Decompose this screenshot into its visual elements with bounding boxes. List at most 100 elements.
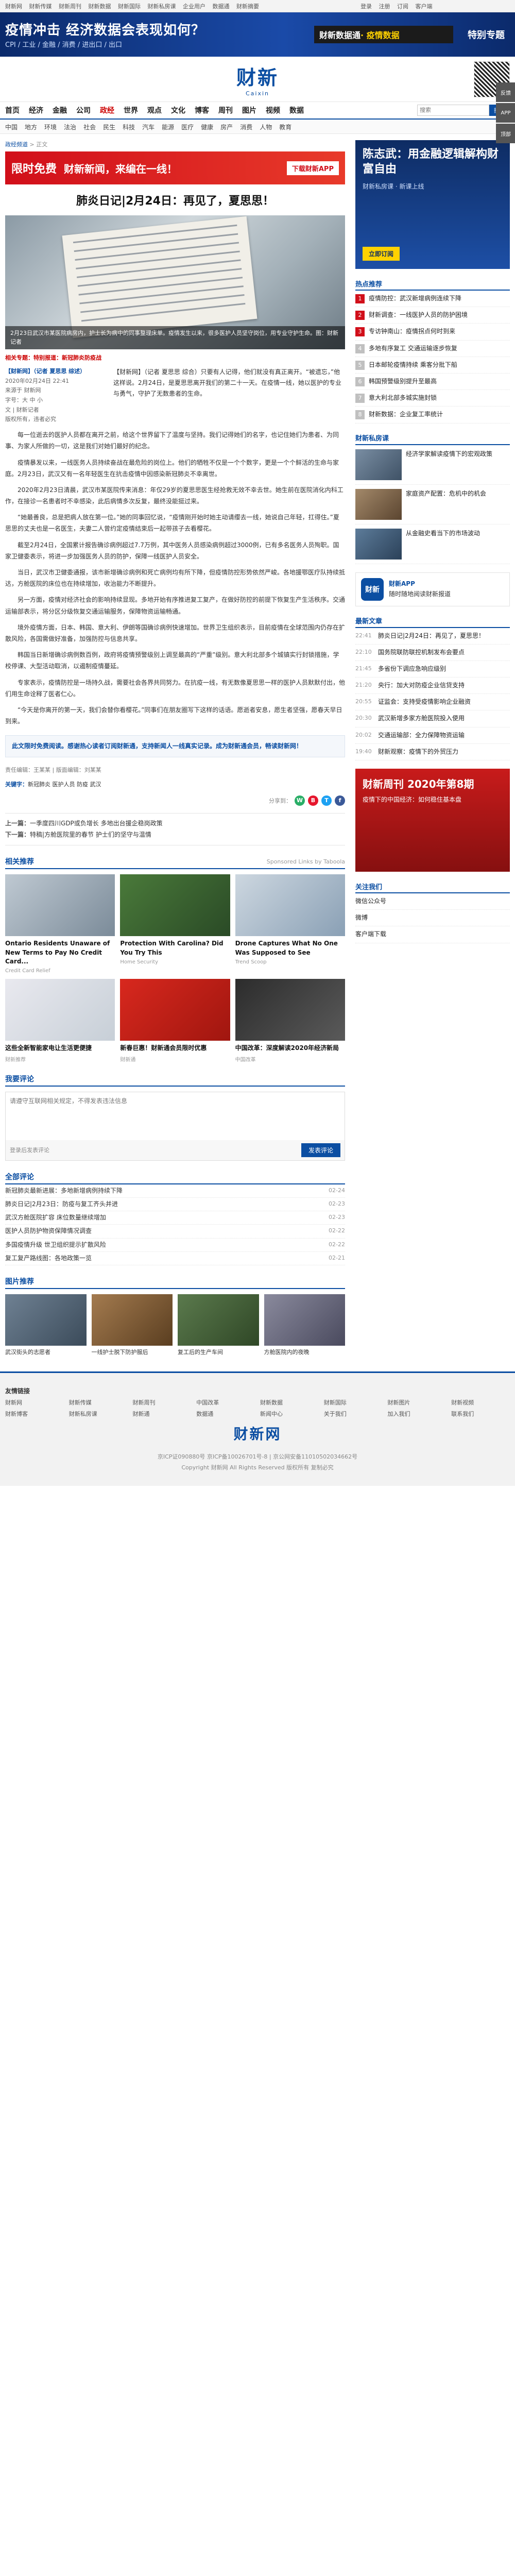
app-promo[interactable]: 财新 财新APP 随时随地阅读财新报道 [355,572,510,606]
footer-link[interactable]: 财新传媒 [69,1398,128,1406]
footer-link[interactable]: 财新通 [133,1410,192,1418]
app-float-button[interactable]: APP [496,103,515,123]
follow-wechat[interactable]: 微信公众号 [355,893,510,910]
nav-item[interactable]: 金融 [53,105,67,115]
top-link[interactable]: 财新私房课 [148,3,176,10]
subnav-item[interactable]: 教育 [279,123,291,131]
footer-link[interactable]: 财新视频 [451,1398,510,1406]
subnav-item[interactable]: 人物 [260,123,272,131]
top-link[interactable]: 财新摘要 [236,3,259,10]
recommend-card[interactable]: Drone Captures What No One Was Supposed … [235,874,345,974]
subnav-item[interactable]: 汽车 [142,123,154,131]
subnav-item[interactable]: 能源 [162,123,174,131]
subscription-statement[interactable]: 此文限时免费阅读。感谢热心读者订阅财新通，支持新闻人一线真实记录。成为财新通会员… [5,735,345,757]
footer-link[interactable]: 财新网 [5,1398,64,1406]
nav-item-active[interactable]: 政经 [100,105,114,115]
nav-item[interactable]: 视频 [266,105,280,115]
next-article[interactable]: 下一篇：特稿|方舱医院里的春节 护士们的坚守与温情 [5,829,345,841]
hot-news-item[interactable]: 1 疫情防控：武汉新增病例连续下降 [355,291,510,308]
recommend-card[interactable]: Protection With Carolina? Did You Try Th… [120,874,230,974]
feature-item[interactable]: 从金融史看当下的市场波动 [355,524,510,564]
prev-article[interactable]: 上一篇：一季度四川GDP或负增长 多地出台援企稳岗政策 [5,818,345,829]
banner-data-box[interactable]: 财新数据通 · 疫情数据 [314,26,453,43]
hot-news-item[interactable]: 2 财新调查：一线医护人员的防护困境 [355,307,510,324]
list-item[interactable]: 复工复产路线图：各地政策一览 02-21 [5,1252,345,1265]
latest-item[interactable]: 20:55 证监会：支持受疫情影响企业融资 [355,694,510,711]
list-item[interactable]: 医护人员防护物资保障情况调查 02-22 [5,1225,345,1239]
font-size-control[interactable]: 字号：大 中 小 [5,396,108,405]
list-item[interactable]: 肺炎日记|2月23日：防疫与复工齐头并进 02-23 [5,1198,345,1212]
top-link[interactable]: 数据通 [213,3,230,10]
footer-link[interactable]: 财新周刊 [133,1398,192,1406]
app-link[interactable]: 客户端 [416,3,433,10]
feature-item[interactable]: 经济学家解读疫情下的宏观政策 [355,445,510,485]
latest-item[interactable]: 22:10 国务院联防联控机制发布会要点 [355,645,510,661]
follow-weibo[interactable]: 微博 [355,910,510,927]
top-link[interactable]: 财新传媒 [29,3,52,10]
recommend-card[interactable]: Ontario Residents Unaware of New Terms t… [5,874,115,974]
hot-news-item[interactable]: 7 意大利北部多城实施封锁 [355,390,510,407]
footer-link[interactable]: 财新博客 [5,1410,64,1418]
footer-link[interactable]: 财新数据 [260,1398,319,1406]
latest-item[interactable]: 20:30 武汉新增多家方舱医院投入使用 [355,710,510,727]
footer-link[interactable]: 加入我们 [388,1410,447,1418]
nav-item[interactable]: 周刊 [218,105,233,115]
top-link[interactable]: 企业用户 [183,3,205,10]
top-link[interactable]: 财新国际 [118,3,141,10]
weibo-share-icon[interactable]: B [308,795,318,806]
latest-item[interactable]: 20:02 交通运输部：全力保障物资运输 [355,727,510,744]
subnav-item[interactable]: 社会 [83,123,96,131]
subnav-item[interactable]: 中国 [5,123,18,131]
nav-item[interactable]: 世界 [124,105,138,115]
nav-item[interactable]: 博客 [195,105,209,115]
sidebar-ad-weekly[interactable]: 财新周刊 2020年第8期 疫情下的中国经济：如何稳住基本盘 [355,769,510,872]
nav-item[interactable]: 文化 [171,105,185,115]
nav-item[interactable]: 公司 [76,105,91,115]
hot-news-item[interactable]: 3 专访钟南山：疫情拐点何时到来 [355,324,510,341]
feedback-button[interactable]: 反馈 [496,82,515,102]
sidebar-ad-course[interactable]: 陈志武：用金融逻辑解构财富自由 财新私房课 · 新课上线 立即订阅 [355,140,510,269]
nav-item[interactable]: 图片 [242,105,256,115]
top-link[interactable]: 财新数据 [89,3,111,10]
subscribe-link[interactable]: 订阅 [397,3,408,10]
nav-item[interactable]: 数据 [289,105,304,115]
latest-item[interactable]: 22:41 肺炎日记|2月24日：再见了，夏思思！ [355,628,510,645]
list-item[interactable]: 新冠肺炎最新进展：多地新增病例持续下降 02-24 [5,1184,345,1198]
footer-link[interactable]: 数据通 [196,1410,255,1418]
recommend-card[interactable]: 中国改革：深度解读2020年经济新局 中国改革 [235,979,345,1063]
subnav-item[interactable]: 医疗 [181,123,194,131]
top-banner-ad[interactable]: 疫情冲击 经济数据会表现如何？ CPI / 工业 / 金融 / 消费 / 进出口… [0,12,515,57]
twitter-share-icon[interactable]: T [321,795,332,806]
nav-item[interactable]: 首页 [5,105,20,115]
hot-news-item[interactable]: 5 日本邮轮疫情持续 乘客分批下船 [355,357,510,374]
hot-news-item[interactable]: 4 多地有序复工 交通运输逐步恢复 [355,341,510,357]
site-logo[interactable]: 财新 Caixin [221,62,294,97]
sidebar-ad-button[interactable]: 立即订阅 [363,247,400,261]
latest-item[interactable]: 19:40 财新观察：疫情下的外贸压力 [355,744,510,760]
login-link[interactable]: 登录 [360,3,372,10]
hot-news-item[interactable]: 8 财新数据：企业复工率统计 [355,406,510,423]
back-to-top-button[interactable]: 顶部 [496,124,515,143]
feature-item[interactable]: 家庭资产配置：危机中的机会 [355,485,510,524]
ad-strip-button[interactable]: 下载财新APP [286,161,339,175]
top-link[interactable]: 财新周刊 [59,3,81,10]
latest-item[interactable]: 21:20 央行：加大对防疫企业信贷支持 [355,677,510,694]
follow-app[interactable]: 客户端下载 [355,926,510,943]
footer-link[interactable]: 联系我们 [451,1410,510,1418]
list-item[interactable]: 多国疫情升级 世卫组织提示扩散风险 02-22 [5,1239,345,1252]
comment-submit-button[interactable]: 发表评论 [301,1143,340,1157]
subnav-item[interactable]: 法治 [64,123,76,131]
subnav-item[interactable]: 环境 [44,123,57,131]
picture-card[interactable]: 方舱医院内的夜晚 [264,1294,345,1356]
picture-card[interactable]: 一线护士脱下防护服后 [91,1294,173,1356]
subnav-item[interactable]: 消费 [240,123,252,131]
hot-news-item[interactable]: 6 韩国预警级别提升至最高 [355,374,510,391]
subnav-item[interactable]: 健康 [201,123,213,131]
picture-card[interactable]: 复工后的生产车间 [178,1294,259,1356]
footer-link[interactable]: 财新国际 [324,1398,383,1406]
latest-item[interactable]: 21:45 多省份下调应急响应级别 [355,661,510,678]
recommend-card[interactable]: 这些全新智能家电让生活更便捷 财新推荐 [5,979,115,1063]
nav-item[interactable]: 观点 [147,105,162,115]
breadcrumb-channel[interactable]: 政经频道 [5,141,28,148]
list-item[interactable]: 武汉方舱医院扩容 床位数量继续增加 02-23 [5,1211,345,1225]
